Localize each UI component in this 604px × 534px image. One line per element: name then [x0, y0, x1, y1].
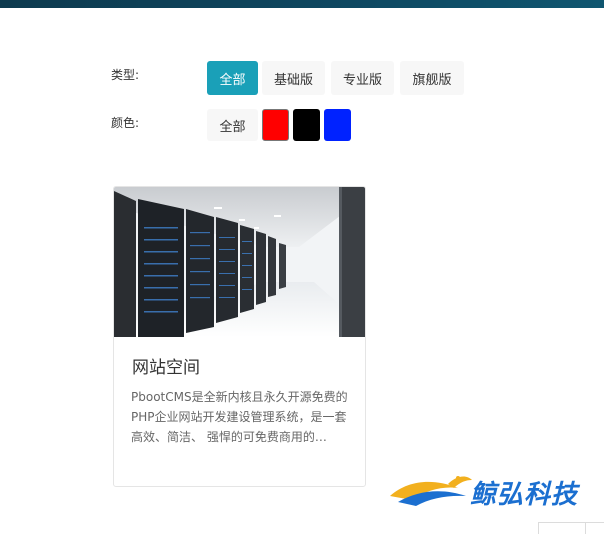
type-filter-label: 类型: — [111, 68, 140, 82]
type-option-all[interactable]: 全部 — [207, 61, 258, 95]
type-option-basic[interactable]: 基础版 — [262, 61, 325, 95]
color-swatch-red[interactable] — [262, 109, 289, 141]
top-bar — [0, 0, 604, 8]
type-option-pro[interactable]: 专业版 — [331, 61, 394, 95]
corner-divider — [585, 523, 586, 534]
color-filter-label: 颜色: — [111, 116, 140, 130]
color-option-all[interactable]: 全部 — [207, 109, 258, 141]
card-description: PbootCMS是全新内核且永久开源免费的PHP企业网站开发建设管理系统，是一套… — [131, 390, 348, 444]
scroll-corner-control[interactable] — [538, 522, 604, 534]
color-swatch-black[interactable] — [293, 109, 320, 141]
type-option-flagship[interactable]: 旗舰版 — [400, 61, 464, 95]
card-title[interactable]: 网站空间 — [132, 353, 200, 378]
watermark-text: 鲸弘科技 — [470, 480, 579, 510]
product-card[interactable]: 网站空间 PbootCMS是全新内核且永久开源免费的PHP企业网站开发建设管理系… — [113, 186, 366, 487]
server-room-image[interactable] — [114, 187, 365, 337]
color-swatch-blue[interactable] — [324, 109, 351, 141]
